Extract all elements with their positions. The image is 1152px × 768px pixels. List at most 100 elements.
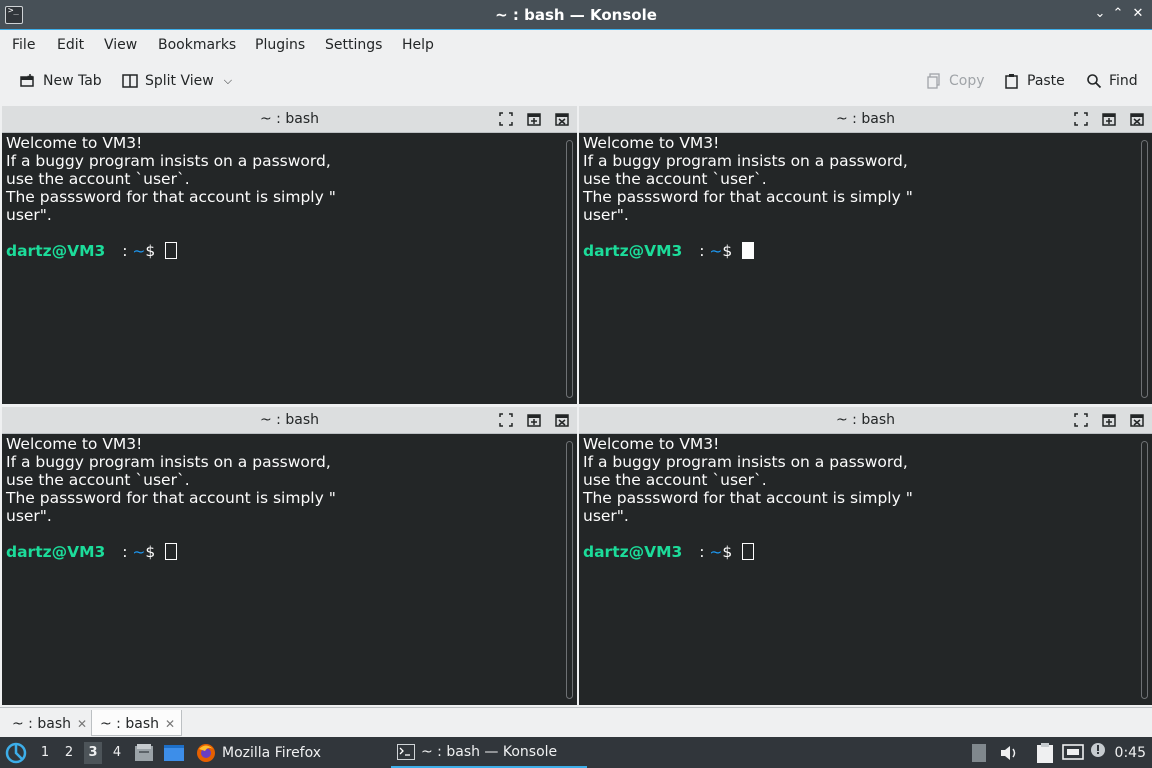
scrollbar[interactable] — [1138, 435, 1152, 705]
maximize-pane-icon[interactable] — [499, 413, 513, 427]
close-tab-icon[interactable]: ✕ — [165, 717, 175, 731]
maximize-pane-icon[interactable] — [499, 112, 513, 126]
terminal-line: Welcome to VM3! — [583, 134, 720, 152]
new-tab-label: New Tab — [43, 73, 102, 89]
maximize-pane-icon[interactable] — [1074, 413, 1088, 427]
terminal-line: The passsword for that account is simply… — [583, 188, 913, 206]
minimize-icon[interactable]: ⌄ — [1092, 6, 1108, 22]
menu-edit[interactable]: Edit — [57, 37, 84, 53]
volume-icon[interactable] — [999, 744, 1019, 762]
tab-label: ~ : bash — [12, 716, 71, 732]
close-pane-icon[interactable] — [555, 413, 569, 427]
close-tab-icon[interactable]: ✕ — [77, 717, 87, 731]
scrollbar-thumb[interactable] — [1141, 441, 1148, 699]
scrollbar-thumb[interactable] — [1141, 140, 1148, 398]
close-icon[interactable]: ✕ — [1130, 6, 1146, 22]
terminal-output[interactable]: Welcome to VM3! If a buggy program insist… — [2, 435, 563, 705]
app-launcher-icon[interactable] — [5, 742, 27, 764]
workspace-1[interactable]: 1 — [36, 745, 54, 760]
text-cursor — [742, 242, 755, 259]
tab-bash-1[interactable]: ~ : bash ✕ — [4, 710, 93, 736]
close-pane-icon[interactable] — [555, 112, 569, 126]
terminal-line: If a buggy program insists on a password… — [6, 152, 331, 170]
menu-view[interactable]: View — [104, 37, 137, 53]
terminal-pane-4[interactable]: ~ : bash Welcome to VM3! If a buggy progr… — [579, 407, 1152, 705]
workspace-2[interactable]: 2 — [60, 745, 78, 760]
tab-label: ~ : bash — [100, 716, 159, 732]
network-icon[interactable] — [1062, 744, 1084, 762]
scrollbar[interactable] — [563, 134, 577, 404]
detach-pane-icon[interactable] — [527, 112, 541, 126]
prompt-line: dartz@VM3 : ~$ — [583, 242, 1134, 260]
taskbar-konsole[interactable]: ~ : bash — Konsole — [391, 737, 587, 768]
workspace-4[interactable]: 4 — [108, 745, 126, 760]
detach-pane-icon[interactable] — [1102, 112, 1116, 126]
pane-header: ~ : bash — [2, 106, 577, 133]
prompt-separator: : — [117, 543, 133, 561]
copy-button[interactable]: Copy — [926, 73, 985, 89]
text-cursor — [742, 543, 755, 560]
file-manager-icon[interactable] — [134, 743, 154, 763]
prompt-line: dartz@VM3 : ~$ — [583, 543, 1134, 561]
prompt-end: $ — [722, 242, 733, 260]
terminal-pane-2[interactable]: ~ : bash Welcome to VM3! If a buggy progr… — [579, 106, 1152, 404]
prompt-path: ~ — [709, 543, 723, 561]
new-tab-icon — [20, 74, 34, 87]
terminal-line: user". — [6, 507, 52, 525]
scrollbar-thumb[interactable] — [566, 140, 573, 398]
window-title: ~ : bash — Konsole — [495, 6, 657, 24]
pane-header: ~ : bash — [2, 407, 577, 434]
new-tab-button[interactable]: New Tab — [20, 73, 102, 89]
notifications-icon[interactable] — [1090, 742, 1106, 758]
detach-pane-icon[interactable] — [1102, 413, 1116, 427]
menu-help[interactable]: Help — [402, 37, 434, 53]
copy-label: Copy — [949, 73, 985, 89]
terminal-output[interactable]: Welcome to VM3! If a buggy program insist… — [579, 435, 1138, 705]
terminal-output[interactable]: Welcome to VM3! If a buggy program insist… — [579, 134, 1138, 404]
terminal-line: If a buggy program insists on a password… — [583, 152, 908, 170]
detach-pane-icon[interactable] — [527, 413, 541, 427]
scrollbar-thumb[interactable] — [566, 441, 573, 699]
menu-bookmarks[interactable]: Bookmarks — [158, 37, 236, 53]
tab-bar: ~ : bash ✕ ~ : bash ✕ — [0, 707, 1152, 737]
taskbar-firefox[interactable]: Mozilla Firefox — [190, 737, 380, 768]
terminal-pane-3[interactable]: ~ : bash Welcome to VM3! If a buggy progr… — [2, 407, 577, 705]
prompt-path: ~ — [132, 543, 146, 561]
menu-settings[interactable]: Settings — [325, 37, 382, 53]
scrollbar[interactable] — [1138, 134, 1152, 404]
terminal-line: If a buggy program insists on a password… — [6, 453, 331, 471]
menu-plugins[interactable]: Plugins — [255, 37, 305, 53]
pane-header: ~ : bash — [579, 106, 1152, 133]
text-cursor — [165, 242, 178, 259]
show-desktop-icon[interactable] — [163, 744, 185, 762]
workspace-3[interactable]: 3 — [84, 742, 102, 764]
maximize-pane-icon[interactable] — [1074, 112, 1088, 126]
paste-button[interactable]: Paste — [1004, 73, 1065, 89]
split-view-button[interactable]: Split View ⌵ — [122, 73, 232, 89]
menu-file[interactable]: File — [12, 37, 35, 53]
prompt-line: dartz@VM3 : ~$ — [6, 242, 559, 260]
paste-icon — [1005, 74, 1018, 89]
terminal-output[interactable]: Welcome to VM3! If a buggy program insist… — [2, 134, 563, 404]
clock[interactable]: 0:45 — [1115, 745, 1146, 761]
firefox-task-label: Mozilla Firefox — [222, 744, 322, 761]
find-button[interactable]: Find — [1086, 73, 1138, 89]
close-pane-icon[interactable] — [1130, 413, 1144, 427]
prompt-user: dartz@VM3 — [583, 543, 683, 561]
tab-bash-2[interactable]: ~ : bash ✕ — [91, 710, 183, 736]
maximize-icon[interactable]: ⌃ — [1110, 6, 1126, 22]
terminal-line: user". — [6, 206, 52, 224]
scrollbar[interactable] — [563, 435, 577, 705]
clipboard-icon[interactable] — [1035, 742, 1055, 764]
split-view-label: Split View — [145, 73, 214, 89]
terminal-pane-1[interactable]: ~ : bash Welcome to VM3! If a buggy progr… — [2, 106, 577, 404]
prompt-end: $ — [145, 543, 156, 561]
pane-title: ~ : bash — [260, 111, 319, 127]
terminal-line: use the account `user`. — [583, 170, 767, 188]
close-pane-icon[interactable] — [1130, 112, 1144, 126]
chevron-down-icon[interactable]: ⌵ — [224, 74, 232, 88]
updates-icon[interactable] — [972, 744, 986, 762]
